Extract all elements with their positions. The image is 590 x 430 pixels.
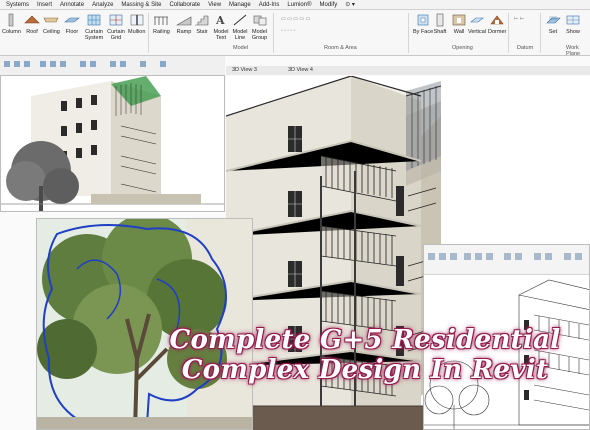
mini-ribbon (424, 245, 589, 275)
menu-item-modify[interactable]: Modify (320, 0, 338, 9)
model-group-tool-button[interactable]: Model Group (251, 13, 268, 41)
ribbon-separator (273, 13, 274, 53)
tab-3d-view-3[interactable]: 3D View 3 (232, 67, 257, 73)
model-text-icon: A (215, 14, 225, 27)
ramp-tool-button[interactable]: Ramp (176, 13, 192, 35)
ceiling-icon (43, 17, 59, 23)
menu-bar: Systems Insert Annotate Analyze Massing … (0, 0, 590, 10)
ribbon-separator (408, 13, 409, 53)
model-line-tool-button[interactable]: Model Line (232, 13, 248, 41)
roof-icon (24, 15, 40, 24)
mullion-tool-button[interactable]: Mullion (128, 13, 145, 35)
group-label-datum: Datum (517, 45, 534, 51)
wall-opening-tool-button[interactable]: Wall (451, 13, 467, 35)
ribbon-separator (508, 13, 509, 53)
building-thumbnail-view (1, 76, 224, 211)
shaft-icon (436, 13, 444, 27)
view-tab-bar: 3D View 3 3D View 4 (226, 66, 590, 75)
model-group-icon (253, 15, 266, 26)
menu-item-systems[interactable]: Systems (6, 0, 29, 9)
view-panel-tree-closeup[interactable] (36, 218, 253, 430)
railing-icon (154, 16, 169, 25)
room-tool-button[interactable]: ▭ ▭ ▭ ▭ ▭ (281, 16, 310, 22)
view-panel-3d-small[interactable] (0, 75, 225, 212)
group-label-model: Model (233, 45, 248, 51)
by-face-icon (417, 14, 429, 26)
stair-tool-button[interactable]: Stair (194, 13, 210, 35)
mullion-icon (130, 14, 144, 26)
video-title-overlay: Complete G+5 Residential Complex Design … (165, 325, 565, 385)
curtain-grid-tool-button[interactable]: Curtain Grid (107, 13, 125, 41)
revit-workspace: Systems Insert Annotate Analyze Massing … (0, 0, 590, 430)
tab-3d-view-4[interactable]: 3D View 4 (288, 67, 313, 73)
menu-item-massing-site[interactable]: Massing & Site (121, 0, 161, 9)
vertical-opening-icon (470, 17, 484, 23)
stair-icon (195, 15, 209, 26)
group-label-opening: Opening (452, 45, 473, 51)
roof-tool-button[interactable]: Roof (24, 13, 40, 35)
svg-text:A: A (215, 14, 225, 27)
railing-tool-button[interactable]: Railing (153, 13, 170, 35)
ramp-icon (176, 16, 192, 26)
menu-item-analyze[interactable]: Analyze (92, 0, 113, 9)
area-tool-button[interactable]: ▫ ▫ ▫ ▫ ▫ (281, 28, 295, 34)
menu-item-annotate[interactable]: Annotate (60, 0, 84, 9)
group-label-work-plane: Work Plane (566, 45, 581, 56)
column-tool-button[interactable]: Column (2, 13, 21, 35)
curtain-system-icon (87, 14, 101, 26)
by-face-tool-button[interactable]: By Face (413, 13, 433, 35)
shaft-tool-button[interactable]: Shaft (432, 13, 448, 35)
quick-access-strip (0, 56, 225, 75)
set-work-plane-button[interactable]: Set (545, 13, 561, 35)
ribbon-separator (148, 13, 149, 53)
level-tool-button[interactable]: ⊢ ⊢ (514, 16, 524, 22)
menu-item-lumion[interactable]: Lumion® (287, 0, 311, 9)
ceiling-tool-button[interactable]: Ceiling (43, 13, 60, 35)
ribbon-panel: Column Roof Ceiling Floor Curtain System… (0, 10, 590, 56)
floor-icon (64, 17, 80, 23)
menu-item-manage[interactable]: Manage (229, 0, 251, 9)
show-work-plane-button[interactable]: Show (565, 13, 581, 35)
dormer-icon (490, 15, 504, 25)
column-icon (9, 13, 14, 27)
menu-item-insert[interactable]: Insert (37, 0, 52, 9)
curtain-grid-icon (109, 14, 123, 26)
curtain-system-tool-button[interactable]: Curtain System (84, 13, 104, 41)
title-line-2: Complex Design In Revit (181, 355, 549, 385)
mini-ribbon-icons (428, 253, 582, 260)
wall-opening-icon (452, 14, 466, 26)
menu-item-view[interactable]: View (208, 0, 221, 9)
group-label-room-area: Room & Area (324, 45, 357, 51)
set-work-plane-icon (546, 16, 561, 24)
ribbon-toggle-icon[interactable]: ⊙ ▾ (345, 0, 355, 9)
dormer-tool-button[interactable]: Dormer (488, 13, 506, 35)
model-line-icon (233, 14, 247, 26)
floor-tool-button[interactable]: Floor (64, 13, 80, 35)
menu-item-collaborate[interactable]: Collaborate (169, 0, 200, 9)
vertical-opening-tool-button[interactable]: Vertical (468, 13, 486, 35)
show-work-plane-icon (566, 15, 580, 25)
ribbon-separator (540, 13, 541, 53)
title-line-1: Complete G+5 Residential (169, 325, 561, 355)
model-text-tool-button[interactable]: A Model Text (213, 13, 229, 41)
menu-item-add-ins[interactable]: Add-Ins (259, 0, 280, 9)
